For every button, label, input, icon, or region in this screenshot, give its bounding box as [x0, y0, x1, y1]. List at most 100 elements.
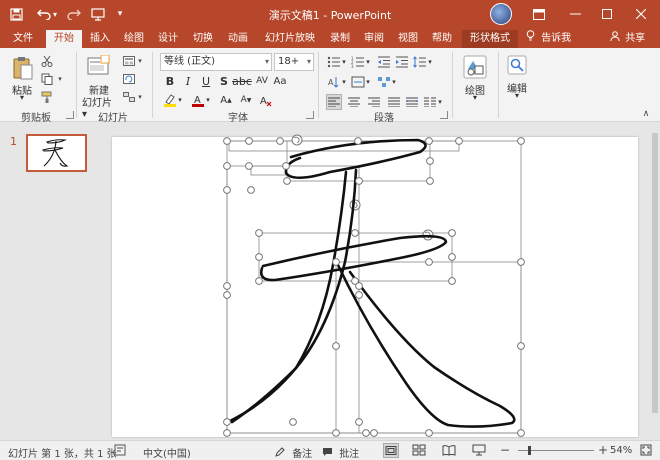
start-from-beginning-icon[interactable] — [88, 4, 108, 24]
paste-dropdown-icon[interactable]: ▾ — [6, 93, 38, 102]
zoom-in-button[interactable]: + — [598, 443, 608, 457]
accessibility-icon[interactable] — [114, 444, 126, 459]
notes-button[interactable]: 备注 — [275, 445, 312, 460]
smartart-dropdown-icon[interactable]: ▾ — [390, 74, 398, 90]
notes-label: 备注 — [292, 449, 313, 460]
tab-slideshow[interactable]: 幻灯片放映 — [258, 30, 322, 48]
drawing-shapes-icon[interactable] — [462, 54, 488, 80]
tab-home[interactable]: 开始 — [46, 30, 82, 48]
bullets-dropdown-icon[interactable]: ▾ — [340, 54, 348, 70]
vertical-scrollbar[interactable] — [650, 123, 660, 440]
justify-button[interactable] — [386, 94, 402, 110]
tab-shape-format[interactable]: 形状格式 — [462, 30, 518, 48]
minimize-icon[interactable] — [560, 2, 590, 26]
clipboard-launcher-icon[interactable] — [66, 111, 74, 119]
save-icon[interactable] — [6, 4, 26, 24]
editing-dropdown-icon[interactable]: ▾ — [498, 91, 536, 100]
redo-icon[interactable] — [64, 4, 84, 24]
section-dropdown-icon[interactable]: ▾ — [136, 90, 144, 104]
tab-draw[interactable]: 绘图 — [118, 30, 150, 48]
separator — [452, 52, 453, 118]
font-launcher-icon[interactable] — [306, 111, 314, 119]
scrollbar-thumb[interactable] — [652, 133, 658, 413]
customize-qat-icon[interactable]: ▾ — [110, 4, 130, 24]
font-name-value: 等线 (正文) — [164, 56, 215, 67]
decrease-indent-icon[interactable] — [376, 54, 392, 70]
slide-thumbnail[interactable] — [26, 134, 87, 172]
bold-button[interactable]: B — [162, 73, 178, 89]
distributed-button[interactable] — [404, 94, 420, 110]
strikethrough-button[interactable]: abc — [232, 73, 252, 89]
format-painter-icon[interactable] — [40, 90, 54, 104]
character-spacing-icon[interactable]: AV — [254, 73, 270, 89]
collapse-ribbon-icon[interactable]: ∧ — [640, 108, 652, 120]
decrease-font-size-icon[interactable]: A ▼ — [238, 92, 254, 108]
thumbnail-preview — [41, 139, 69, 167]
new-slide-icon[interactable] — [86, 54, 112, 78]
align-right-button[interactable] — [366, 94, 382, 110]
undo-dropdown-icon[interactable]: ▾ — [50, 4, 60, 24]
slideshow-icon[interactable] — [472, 444, 486, 459]
reading-view-icon[interactable] — [442, 444, 456, 459]
increase-font-size-icon[interactable]: A ▲ — [218, 92, 234, 108]
tab-record[interactable]: 录制 — [324, 30, 356, 48]
zoom-level[interactable]: 54% — [610, 445, 632, 456]
change-case-icon[interactable]: Aa — [272, 73, 288, 89]
share-button[interactable]: 共享 — [610, 30, 645, 48]
tab-insert[interactable]: 插入 — [84, 30, 116, 48]
align-text-dropdown-icon[interactable]: ▾ — [364, 74, 372, 90]
font-size-combo[interactable]: 18+ ▾ — [274, 53, 314, 71]
clipboard-group-label: 剪贴板 — [21, 113, 51, 124]
increase-indent-icon[interactable] — [394, 54, 410, 70]
slides-group-label: 幻灯片 — [98, 113, 128, 124]
slide-sorter-icon[interactable] — [412, 444, 426, 459]
cut-icon[interactable] — [40, 54, 54, 68]
tab-view[interactable]: 视图 — [392, 30, 424, 48]
slide-canvas[interactable] — [112, 137, 638, 437]
section-icon[interactable] — [122, 90, 136, 104]
text-direction-dropdown-icon[interactable]: ▾ — [340, 74, 348, 90]
tab-file[interactable]: 文件 — [6, 30, 40, 48]
drawing-dropdown-icon[interactable]: ▾ — [456, 93, 494, 102]
italic-button[interactable]: I — [180, 73, 196, 89]
close-icon[interactable] — [626, 2, 656, 26]
tab-design[interactable]: 设计 — [152, 30, 184, 48]
numbering-dropdown-icon[interactable]: ▾ — [364, 54, 372, 70]
tab-animations[interactable]: 动画 — [222, 30, 254, 48]
underline-button[interactable]: U — [198, 73, 214, 89]
highlight-dropdown-icon[interactable]: ▾ — [176, 92, 184, 108]
separator — [152, 52, 153, 118]
zoom-out-button[interactable]: − — [500, 443, 510, 457]
layout-icon[interactable] — [122, 54, 136, 68]
align-left-button[interactable] — [326, 94, 342, 110]
reset-icon[interactable] — [122, 72, 136, 86]
clear-formatting-icon[interactable]: A — [258, 92, 274, 108]
columns-dropdown-icon[interactable]: ▾ — [436, 94, 444, 110]
comments-button[interactable]: 批注 — [322, 445, 359, 460]
zoom-slider-thumb[interactable] — [528, 446, 531, 455]
ribbon-display-options-icon[interactable] — [524, 2, 554, 26]
find-icon[interactable] — [506, 54, 528, 76]
tab-help[interactable]: 帮助 — [426, 30, 458, 48]
align-center-button[interactable] — [346, 94, 362, 110]
paste-icon[interactable] — [10, 54, 36, 82]
paragraph-group-label: 段落 — [374, 113, 394, 124]
shadow-text-button[interactable]: S — [216, 73, 232, 89]
copy-dropdown-icon[interactable]: ▾ — [56, 72, 64, 86]
ribbon-home: 粘贴 ▾ ▾ 剪贴板 新建 幻灯片 ▾ ▾ ▾ 幻灯片 等线 (正文) ▾ 18… — [0, 48, 660, 124]
font-name-combo[interactable]: 等线 (正文) ▾ — [160, 53, 272, 71]
normal-view-button[interactable] — [383, 443, 399, 458]
avatar[interactable] — [490, 3, 512, 25]
font-color-dropdown-icon[interactable]: ▾ — [204, 92, 212, 108]
tab-transitions[interactable]: 切换 — [187, 30, 219, 48]
maximize-icon[interactable] — [592, 2, 622, 26]
language-indicator[interactable]: 中文(中国) — [143, 445, 191, 460]
tell-me-box[interactable]: 告诉我 — [526, 30, 571, 48]
separator — [76, 52, 77, 118]
copy-icon[interactable] — [40, 72, 54, 86]
line-spacing-dropdown-icon[interactable]: ▾ — [426, 54, 434, 70]
fit-to-window-icon[interactable] — [640, 444, 652, 459]
tab-review[interactable]: 审阅 — [358, 30, 390, 48]
layout-dropdown-icon[interactable]: ▾ — [136, 54, 144, 68]
paragraph-launcher-icon[interactable] — [440, 111, 448, 119]
